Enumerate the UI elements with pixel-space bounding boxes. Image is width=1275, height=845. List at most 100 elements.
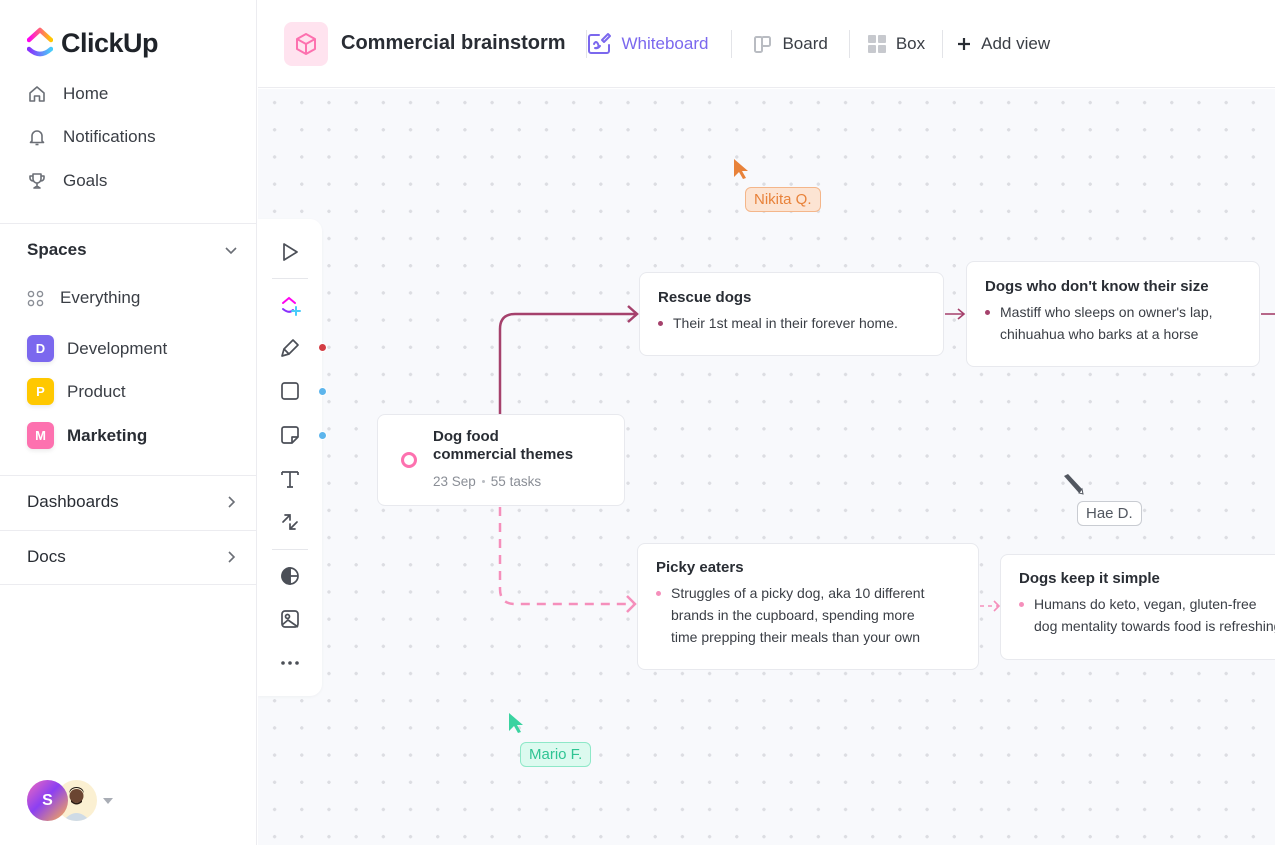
space-marketing-label: Marketing — [67, 425, 148, 445]
card-text: Humans do keto, vegan, gluten-free — [1034, 596, 1257, 612]
nav-notifications-label: Notifications — [63, 127, 156, 146]
sticky-note-color-indicator — [318, 431, 327, 440]
add-view-label: Add view — [981, 33, 1051, 53]
clickup-plus-icon — [282, 296, 301, 316]
card-text: Mastiff who sleeps on owner's lap, — [1000, 304, 1213, 320]
idea-card-picky-eaters[interactable]: Picky eaters Struggles of a picky dog, a… — [637, 543, 979, 670]
tab-whiteboard[interactable]: Whiteboard — [587, 32, 708, 56]
idea-card-rescue-dogs[interactable]: Rescue dogs Their 1st meal in their fore… — [639, 272, 944, 356]
card-title: Rescue dogs — [658, 289, 752, 306]
marker-icon — [281, 339, 299, 357]
tab-divider — [942, 29, 944, 58]
bullet-icon — [658, 321, 663, 326]
rectangle-tool[interactable] — [278, 379, 302, 403]
select-tool[interactable] — [278, 240, 302, 264]
home-icon — [29, 86, 45, 102]
space-marketing[interactable]: M Marketing — [27, 422, 147, 449]
tab-box[interactable]: Box — [867, 34, 925, 54]
bullet-icon — [985, 310, 990, 315]
sidebar-dashboards[interactable]: Dashboards — [27, 492, 239, 512]
whiteboard-icon — [587, 32, 611, 54]
collaborator-label-mario: Mario F. — [520, 742, 592, 767]
connector-root-rescue — [498, 312, 636, 414]
nav-goals-label: Goals — [63, 171, 108, 190]
arrowhead-icon — [627, 305, 639, 323]
sticky-note-icon — [281, 426, 299, 444]
nav-home[interactable]: Home — [27, 84, 108, 104]
idea-card-dogs-size[interactable]: Dogs who don't know their size Mastiff w… — [966, 261, 1260, 367]
bell-icon — [29, 130, 45, 146]
root-task-card[interactable]: Dog food commercial themes 23 Sep 55 tas… — [377, 414, 625, 506]
rectangle-color-indicator — [318, 387, 327, 396]
whiteboard-toolbar — [258, 219, 327, 696]
arrowhead-icon — [993, 600, 1001, 612]
arrowhead-icon — [626, 595, 637, 613]
user-menu[interactable]: S — [27, 780, 113, 821]
dashboards-label: Dashboards — [27, 492, 119, 511]
clickup-logo[interactable]: ClickUp — [27, 27, 159, 59]
card-text: time prepping their meals than your own — [671, 629, 921, 645]
card-text: dog mentality towards food is refreshing — [1034, 618, 1275, 634]
space-badge-development: D — [27, 335, 54, 362]
project-icon — [284, 21, 328, 66]
space-development[interactable]: D Development — [27, 335, 167, 362]
cursor-pointer-icon — [734, 159, 748, 179]
bullet-icon — [1019, 602, 1024, 607]
collaborator-label-hae: Hae D. — [1077, 501, 1142, 526]
text-tool[interactable] — [278, 467, 302, 491]
bullet-icon — [656, 591, 661, 596]
card-text: chihuahua who barks at a horse — [1000, 326, 1199, 342]
card-text: Struggles of a picky dog, aka 10 differe… — [671, 585, 925, 601]
root-card-title-line1: Dog food — [433, 428, 499, 445]
sidebar-divider — [0, 530, 257, 531]
image-tool[interactable] — [278, 607, 302, 631]
card-title: Picky eaters — [656, 559, 744, 576]
nav-notifications[interactable]: Notifications — [27, 127, 156, 147]
spaces-header[interactable]: Spaces — [27, 240, 239, 260]
tab-board[interactable]: Board — [753, 34, 828, 54]
whiteboard-canvas[interactable]: Dog food commercial themes 23 Sep 55 tas… — [258, 89, 1275, 845]
root-card-date: 23 Sep — [433, 474, 476, 489]
nav-home-label: Home — [63, 84, 109, 103]
idea-card-keep-simple[interactable]: Dogs keep it simple Humans do keto, vega… — [1000, 554, 1275, 660]
marker-color-indicator — [318, 343, 327, 352]
square-icon — [281, 382, 299, 400]
text-icon — [281, 471, 299, 488]
space-everything-label: Everything — [60, 288, 141, 307]
caret-down-icon[interactable] — [103, 797, 113, 804]
brand-name: ClickUp — [61, 27, 159, 58]
user-avatar[interactable]: S — [27, 780, 68, 821]
separator-dot — [481, 480, 485, 483]
image-icon — [281, 610, 299, 628]
nav-goals[interactable]: Goals — [27, 171, 107, 191]
sidebar: ClickUp Home Notifications Goals Spaces … — [0, 0, 257, 845]
docs-label: Docs — [27, 547, 66, 566]
space-product[interactable]: P Product — [27, 378, 126, 405]
embed-tool[interactable] — [278, 564, 302, 588]
board-icon — [754, 35, 772, 53]
status-circle-icon[interactable] — [401, 452, 417, 468]
clickup-logo-icon — [27, 27, 53, 57]
connector-arrows-icon — [282, 514, 298, 530]
card-text: brands in the cupboard, spending more — [671, 607, 915, 623]
chevron-down-icon[interactable] — [223, 242, 239, 258]
more-tools-button[interactable] — [278, 651, 302, 675]
space-everything[interactable]: Everything — [27, 288, 140, 308]
plus-icon — [958, 37, 971, 50]
trophy-icon — [29, 173, 45, 189]
sidebar-docs[interactable]: Docs — [27, 547, 239, 567]
sidebar-divider — [0, 475, 257, 476]
box-grid-icon — [867, 34, 886, 53]
cube-icon — [296, 32, 316, 55]
connector-tool[interactable] — [278, 510, 302, 534]
add-view-button[interactable]: Add view — [956, 34, 1050, 54]
page-title: Commercial brainstorm — [341, 32, 566, 54]
everything-icon — [27, 290, 44, 306]
toolbar-divider — [272, 549, 308, 550]
sticky-note-tool[interactable] — [278, 423, 302, 447]
card-title: Dogs keep it simple — [1019, 570, 1160, 587]
cursor-pointer-icon — [509, 713, 523, 733]
marker-tool[interactable] — [278, 336, 302, 360]
clickup-add-tool[interactable] — [278, 293, 302, 317]
arrowhead-icon — [957, 308, 966, 320]
